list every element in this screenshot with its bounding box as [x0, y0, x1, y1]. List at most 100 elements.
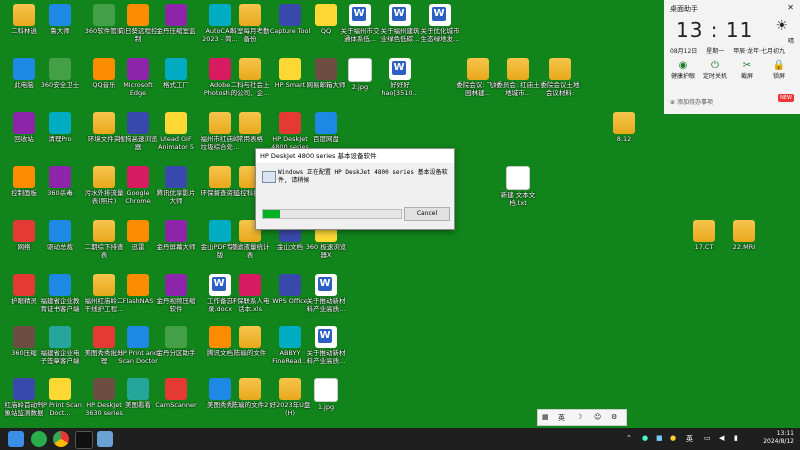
desktop-icon[interactable]: 环保联系人电话本.xls	[228, 272, 272, 320]
desktop-icon[interactable]: 关于推动新材料产业高质...	[304, 272, 348, 320]
folder-icon	[279, 378, 301, 400]
desktop-icon[interactable]: 新建 文本文档.txt	[496, 164, 540, 212]
app-tray-icon[interactable]: ●	[670, 434, 676, 442]
file-icon	[348, 58, 372, 82]
timed-shutdown-button[interactable]: ⏻ 定时关机	[700, 60, 730, 80]
desktop-icon[interactable]: 好好好 hao[3510...	[378, 56, 422, 104]
desktop-icon[interactable]: 金丹屏幕大师	[154, 218, 198, 266]
app-icon	[315, 58, 337, 80]
desktop-icon[interactable]: 福建省企业电子签章客户端	[38, 324, 82, 372]
desktop-icon[interactable]: 委员会: 红庙土地城市...	[496, 56, 540, 104]
moon-icon[interactable]: ☽	[576, 413, 582, 421]
taskbar: ⌃ ● ■ ● 英 ▭ ◀ ▮ 13:11 2024/8/12	[0, 428, 800, 450]
desktop-icon[interactable]: 陈瑜的文件2	[228, 376, 272, 424]
desktop-icon[interactable]: 360安全卫士	[38, 56, 82, 104]
desktop-icon-label: 百度网盘	[313, 135, 339, 143]
desktop-icon[interactable]: 二科与社会上的公司、企...	[228, 56, 272, 104]
active-window-icon[interactable]	[97, 431, 113, 447]
desktop-icon[interactable]: 2.jpg	[338, 56, 382, 104]
word-doc-icon	[315, 274, 337, 296]
desktop-icon[interactable]: 金丹压缩室监	[154, 2, 198, 50]
app-icon	[49, 378, 71, 400]
battery-icon[interactable]: ▮	[734, 434, 738, 442]
shield-tray-icon[interactable]: ■	[656, 434, 663, 442]
screenshot-button[interactable]: ✂ 截屏	[732, 60, 762, 80]
lock-screen-button[interactable]: 🔒 锁屏	[764, 60, 794, 80]
app-icon	[13, 220, 35, 242]
desktop-icon-label: 驱动总裁	[47, 243, 73, 251]
desktop-icon-label: 8.12	[616, 135, 632, 143]
new-badge: NEW	[778, 94, 794, 102]
emoji-icon[interactable]: ☺	[594, 413, 601, 421]
desktop-icon-label: 金丹屏幕大师	[156, 243, 196, 251]
desktop-icon[interactable]: 关于优化城市生态绿地发...	[418, 2, 462, 50]
app-icon	[13, 166, 35, 188]
sun-icon: ☀	[775, 18, 788, 34]
folder-icon	[93, 274, 115, 296]
desktop-icon[interactable]: 科室每月考勤备份	[228, 2, 272, 50]
eye-protect-button[interactable]: ◉ 健康护眼	[668, 60, 698, 80]
add-todo-button[interactable]: ⊕ 添加待办事项	[670, 97, 713, 106]
folder-icon	[549, 58, 571, 80]
desktop-icon[interactable]: 清理Pro	[38, 110, 82, 158]
file-icon	[506, 166, 530, 190]
installer-icon	[262, 171, 276, 183]
desktop-icon[interactable]: 驱动总裁	[38, 218, 82, 266]
app-icon	[127, 274, 149, 296]
volume-icon[interactable]: ◀	[719, 434, 724, 442]
app-icon	[127, 58, 149, 80]
desktop-icon[interactable]: 1.jpg	[304, 376, 348, 424]
desktop-icon-label: 金丹分区助手	[156, 349, 196, 357]
app-icon	[165, 58, 187, 80]
desktop-icon-label: 17.CT	[694, 243, 714, 251]
desktop-icon[interactable]: 福建省企业教育证书客户端	[38, 272, 82, 320]
desktop-icon-label: 鲁大师	[50, 27, 70, 35]
desktop-icon-label: 腾讯优享影片大师	[156, 189, 196, 205]
wechat-tray-icon[interactable]: ●	[642, 434, 648, 442]
taskbar-clock[interactable]: 13:11 2024/8/12	[763, 430, 794, 446]
ime-grip-icon[interactable]: ▦	[542, 413, 549, 421]
desktop-icon[interactable]: 腾讯优享影片大师	[154, 164, 198, 212]
desktop-icon-label: 22.MRI	[732, 243, 756, 251]
wechat-icon[interactable]	[31, 431, 47, 447]
desktop-icon[interactable]: 17.CT	[682, 218, 726, 266]
desktop-icon-label: 科室每月考勤备份	[230, 27, 270, 43]
desktop-icon[interactable]: 鲁大师	[38, 2, 82, 50]
qq-icon[interactable]	[75, 431, 93, 449]
gear-icon[interactable]: ⚙	[611, 413, 617, 421]
app-icon	[49, 220, 71, 242]
desktop-icon-label: 常用表格	[237, 135, 263, 143]
desktop-icon[interactable]: 金丹视频压缩软件	[154, 272, 198, 320]
app-icon	[239, 274, 261, 296]
desktop-icon[interactable]: 金丹分区助手	[154, 324, 198, 372]
app-icon	[127, 4, 149, 26]
desktop-icon[interactable]: 委院会议土地会议材料: 202...	[538, 56, 582, 104]
close-icon[interactable]: ✕	[787, 3, 794, 12]
desktop-icon[interactable]: 8.12	[602, 110, 646, 158]
desktop-icon[interactable]: 委院会议: 飞好园林建...	[456, 56, 500, 104]
desktop-icon[interactable]: 关于福州市交通体系低...	[338, 2, 382, 50]
app-icon	[315, 4, 337, 26]
desktop-icon[interactable]: 陈瑜的文件	[228, 324, 272, 372]
ime-lang-toggle[interactable]: 英	[558, 413, 565, 423]
chrome-icon[interactable]	[53, 431, 69, 447]
desktop-icon[interactable]: Ulead GIF Animator 5	[154, 110, 198, 158]
start-icon[interactable]	[8, 431, 24, 447]
app-icon	[13, 274, 35, 296]
tray-lang[interactable]: 英	[686, 434, 693, 444]
desktop-icon[interactable]: HP Print Scan Doct...	[38, 376, 82, 424]
chevron-up-icon[interactable]: ⌃	[626, 434, 632, 442]
desktop-icon[interactable]: 关于福州建筑业绿色低碳...	[378, 2, 422, 50]
desktop-icon[interactable]: 关于推动新材料产业高质...	[304, 324, 348, 372]
network-icon[interactable]: ▭	[704, 434, 711, 442]
cancel-button[interactable]: Cancel	[404, 207, 450, 221]
desktop-icon[interactable]: 格式工厂	[154, 56, 198, 104]
desktop-icon[interactable]: 22.MRI	[722, 218, 766, 266]
desktop-icon-label: 金丹压缩室监	[156, 27, 196, 35]
app-icon	[49, 4, 71, 26]
desktop-icon[interactable]: 360杀毒	[38, 164, 82, 212]
app-icon	[93, 326, 115, 348]
folder-icon	[733, 220, 755, 242]
desktop-icon[interactable]: CamScanner	[154, 376, 198, 424]
desktop-icon-label: 2.jpg	[351, 83, 369, 91]
